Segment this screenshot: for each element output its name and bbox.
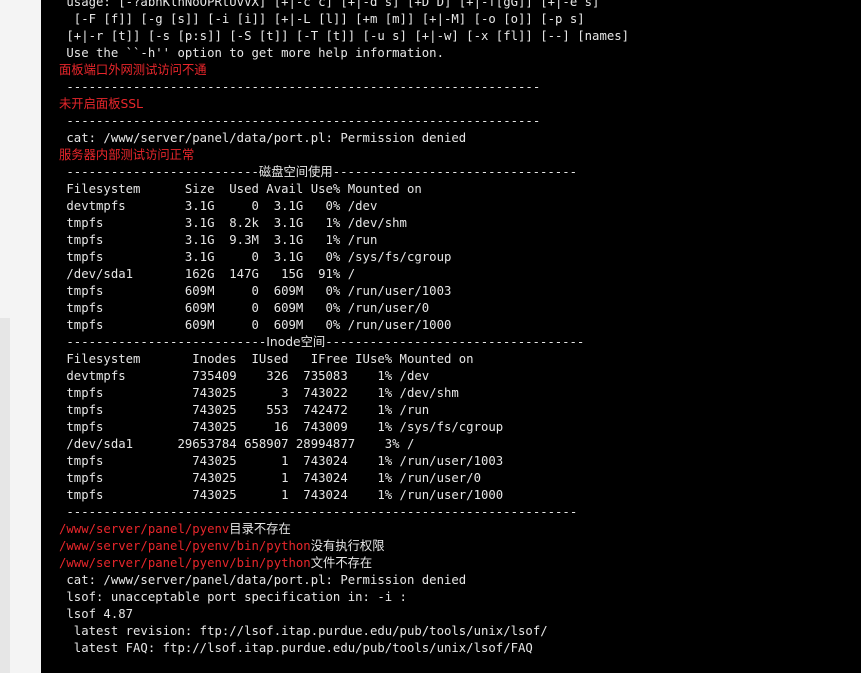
terminal-line: tmpfs 3.1G 9.3M 3.1G 1% /run: [59, 232, 629, 249]
terminal-line-segment: ----------------------------------------…: [59, 505, 578, 519]
terminal-line: tmpfs 3.1G 0 3.1G 0% /sys/fs/cgroup: [59, 249, 629, 266]
terminal-line-segment: tmpfs 743025 1 743024 1% /run/user/1003: [59, 454, 504, 468]
terminal-line: usage: [-?abhKlnNoOPRtUvVX] [+|-c c] [+|…: [59, 0, 629, 11]
terminal-line: Filesystem Size Used Avail Use% Mounted …: [59, 181, 629, 198]
terminal-line-segment: ----------------------------------------…: [59, 114, 541, 128]
terminal-line: tmpfs 743025 3 743022 1% /dev/shm: [59, 385, 629, 402]
terminal-line: devtmpfs 3.1G 0 3.1G 0% /dev: [59, 198, 629, 215]
terminal-line-segment: --------------------------: [59, 165, 259, 179]
terminal-line-segment: ---------------------------------: [332, 165, 577, 179]
terminal-line: /dev/sda1 162G 147G 15G 91% /: [59, 266, 629, 283]
terminal-line: tmpfs 609M 0 609M 0% /run/user/1003: [59, 283, 629, 300]
terminal-line-segment: tmpfs 743025 3 743022 1% /dev/shm: [59, 386, 459, 400]
terminal-line-segment: 文件不存在: [310, 556, 373, 570]
terminal-line-segment: 没有执行权限: [310, 539, 385, 553]
terminal-line-segment: latest revision: ftp://lsof.itap.purdue.…: [59, 624, 548, 638]
terminal-line-segment: Inode空间: [266, 335, 326, 349]
terminal-line-segment: ----------------------------------------…: [59, 80, 541, 94]
sidebar-edge-shade: [0, 318, 10, 673]
terminal-line: ----------------------------------------…: [59, 113, 629, 130]
terminal-line-segment: tmpfs 743025 1 743024 1% /run/user/1000: [59, 488, 504, 502]
terminal-output-panel[interactable]: usage: [-?abhKlnNoOPRtUvVX] [+|-c c] [+|…: [41, 0, 861, 673]
terminal-line-segment: [+|-r [t]] [-s [p:s]] [-S [t]] [-T [t]] …: [59, 29, 630, 43]
terminal-line: tmpfs 3.1G 8.2k 3.1G 1% /dev/shm: [59, 215, 629, 232]
terminal-line-segment: cat: /www/server/panel/data/port.pl: Per…: [59, 573, 467, 587]
terminal-line-segment: devtmpfs 735409 326 735083 1% /dev: [59, 369, 430, 383]
terminal-line: lsof: unacceptable port specification in…: [59, 589, 629, 606]
terminal-line: ----------------------------------------…: [59, 79, 629, 96]
terminal-line-segment: Filesystem Inodes IUsed IFree IUse% Moun…: [59, 352, 474, 366]
terminal-line-segment: tmpfs 743025 553 742472 1% /run: [59, 403, 430, 417]
terminal-line-segment: /dev/sda1 162G 147G 15G 91% /: [59, 267, 356, 281]
terminal-line: /dev/sda1 29653784 658907 28994877 3% /: [59, 436, 629, 453]
terminal-line: /www/server/panel/pyenv目录不存在: [59, 521, 629, 538]
terminal-line-segment: Filesystem Size Used Avail Use% Mounted …: [59, 182, 422, 196]
terminal-line: tmpfs 743025 1 743024 1% /run/user/0: [59, 470, 629, 487]
terminal-line: tmpfs 743025 553 742472 1% /run: [59, 402, 629, 419]
terminal-line: [+|-r [t]] [-s [p:s]] [-S [t]] [-T [t]] …: [59, 28, 629, 45]
terminal-line: devtmpfs 735409 326 735083 1% /dev: [59, 368, 629, 385]
terminal-line-segment: tmpfs 609M 0 609M 0% /run/user/1000: [59, 318, 452, 332]
terminal-line-segment: /www/server/panel/pyenv/bin/python: [59, 556, 311, 570]
terminal-line: tmpfs 743025 1 743024 1% /run/user/1000: [59, 487, 629, 504]
terminal-line-segment: lsof 4.87: [59, 607, 134, 621]
terminal-line: ----------------------------------------…: [59, 504, 629, 521]
terminal-line: lsof 4.87: [59, 606, 629, 623]
terminal-line: Use the ``-h'' option to get more help i…: [59, 45, 629, 62]
terminal-line: 服务器内部测试访问正常: [59, 147, 629, 164]
terminal-line-segment: lsof: unacceptable port specification in…: [59, 590, 407, 604]
terminal-line-segment: 目录不存在: [229, 522, 291, 536]
terminal-line-segment: Use the ``-h'' option to get more help i…: [59, 46, 444, 60]
terminal-line-segment: /www/server/panel/pyenv/bin/python: [59, 539, 311, 553]
terminal-line: /www/server/panel/pyenv/bin/python文件不存在: [59, 555, 629, 572]
terminal-line: /www/server/panel/pyenv/bin/python没有执行权限: [59, 538, 629, 555]
terminal-line: cat: /www/server/panel/data/port.pl: Per…: [59, 130, 629, 147]
terminal-line-segment: /www/server/panel/pyenv: [59, 522, 230, 536]
terminal-line-segment: 磁盘空间使用: [258, 165, 333, 179]
terminal-line: tmpfs 609M 0 609M 0% /run/user/1000: [59, 317, 629, 334]
terminal-text: usage: [-?abhKlnNoOPRtUvVX] [+|-c c] [+|…: [59, 0, 629, 657]
terminal-line-segment: latest FAQ: ftp://lsof.itap.purdue.edu/p…: [59, 641, 533, 655]
terminal-line-segment: tmpfs 609M 0 609M 0% /run/user/1003: [59, 284, 452, 298]
terminal-line: latest FAQ: ftp://lsof.itap.purdue.edu/p…: [59, 640, 629, 657]
screen: usage: [-?abhKlnNoOPRtUvVX] [+|-c c] [+|…: [0, 0, 861, 673]
terminal-line-segment: usage: [-?abhKlnNoOPRtUvVX] [+|-c c] [+|…: [59, 0, 600, 9]
terminal-line-segment: 未开启面板SSL: [59, 97, 143, 111]
terminal-line-segment: /dev/sda1 29653784 658907 28994877 3% /: [59, 437, 415, 451]
terminal-line: 面板端口外网测试访问不通: [59, 62, 629, 79]
terminal-line: tmpfs 609M 0 609M 0% /run/user/0: [59, 300, 629, 317]
terminal-line-segment: [-F [f]] [-g [s]] [-i [i]] [+|-L [l]] [+…: [59, 12, 585, 26]
terminal-line-segment: tmpfs 609M 0 609M 0% /run/user/0: [59, 301, 430, 315]
terminal-line: cat: /www/server/panel/data/port.pl: Per…: [59, 572, 629, 589]
terminal-line: tmpfs 743025 16 743009 1% /sys/fs/cgroup: [59, 419, 629, 436]
terminal-line-segment: cat: /www/server/panel/data/port.pl: Per…: [59, 131, 467, 145]
terminal-line: latest revision: ftp://lsof.itap.purdue.…: [59, 623, 629, 640]
left-sidebar-edge: [0, 0, 41, 673]
terminal-line: [-F [f]] [-g [s]] [-i [i]] [+|-L [l]] [+…: [59, 11, 629, 28]
terminal-line-segment: ---------------------------: [59, 335, 267, 349]
terminal-line-segment: tmpfs 743025 1 743024 1% /run/user/0: [59, 471, 481, 485]
terminal-line: ---------------------------Inode空间------…: [59, 334, 629, 351]
terminal-line-segment: tmpfs 3.1G 8.2k 3.1G 1% /dev/shm: [59, 216, 407, 230]
terminal-line: tmpfs 743025 1 743024 1% /run/user/1003: [59, 453, 629, 470]
terminal-line: --------------------------磁盘空间使用--------…: [59, 164, 629, 181]
terminal-line-segment: 服务器内部测试访问正常: [59, 148, 195, 162]
terminal-line: Filesystem Inodes IUsed IFree IUse% Moun…: [59, 351, 629, 368]
terminal-line-segment: -----------------------------------: [325, 335, 585, 349]
terminal-line-segment: tmpfs 3.1G 9.3M 3.1G 1% /run: [59, 233, 378, 247]
terminal-line: 未开启面板SSL: [59, 96, 629, 113]
terminal-line-segment: tmpfs 3.1G 0 3.1G 0% /sys/fs/cgroup: [59, 250, 452, 264]
terminal-line-segment: devtmpfs 3.1G 0 3.1G 0% /dev: [59, 199, 378, 213]
terminal-line-segment: tmpfs 743025 16 743009 1% /sys/fs/cgroup: [59, 420, 504, 434]
terminal-line-segment: 面板端口外网测试访问不通: [59, 63, 207, 77]
